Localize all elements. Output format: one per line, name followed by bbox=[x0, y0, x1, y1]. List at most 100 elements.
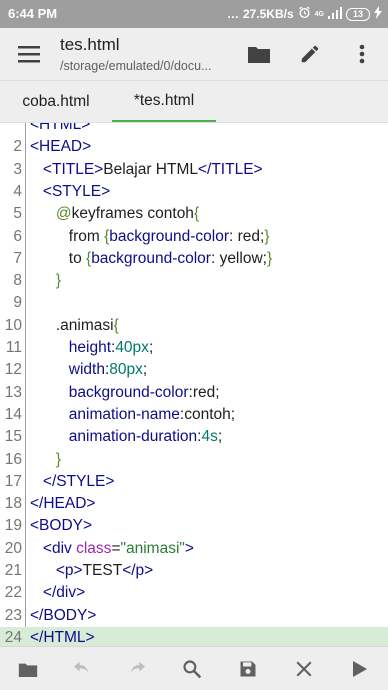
line-code: } bbox=[30, 270, 61, 292]
line-code: <p>TEST</p> bbox=[30, 560, 153, 582]
line-code: <TITLE>Belajar HTML</TITLE> bbox=[30, 159, 263, 181]
code-line[interactable]: <HTML> bbox=[0, 123, 388, 136]
code-line[interactable]: 7 to {background-color: yellow;} bbox=[0, 248, 388, 270]
code-line[interactable]: 11 height:40px; bbox=[0, 337, 388, 359]
code-token: > bbox=[184, 539, 194, 557]
code-line[interactable]: 23 </BODY> bbox=[0, 605, 388, 627]
code-line[interactable]: 12 width:80px; bbox=[0, 359, 388, 381]
code-line[interactable]: 8 } bbox=[0, 270, 388, 292]
edit-button[interactable] bbox=[294, 38, 326, 70]
line-code: background-color:red; bbox=[30, 382, 220, 404]
code-token: :contoh; bbox=[179, 405, 236, 423]
line-number: 20 bbox=[4, 539, 22, 557]
line-number: 13 bbox=[4, 383, 22, 401]
code-line[interactable]: 3 <TITLE>Belajar HTML</TITLE> bbox=[0, 159, 388, 181]
line-number: 11 bbox=[5, 339, 22, 356]
code-line[interactable]: 9 bbox=[0, 292, 388, 314]
code-token: </p> bbox=[122, 562, 154, 579]
bottom-toolbar bbox=[0, 646, 388, 690]
open-file-button[interactable] bbox=[12, 653, 44, 685]
code-token: ; bbox=[217, 428, 223, 446]
code-token: <HEAD> bbox=[30, 138, 92, 156]
line-number: 12 bbox=[4, 361, 22, 379]
menu-button[interactable] bbox=[10, 36, 48, 72]
code-editor[interactable]: <HTML> 2 <HEAD> 3 <TITLE>Belajar HTML</TITL… bbox=[0, 122, 388, 646]
code-line[interactable]: 5 @keyframes contoh{ bbox=[0, 203, 388, 225]
code-line[interactable]: 6 from {background-color: red;} bbox=[0, 226, 388, 248]
redo-button[interactable] bbox=[121, 653, 153, 685]
code-line[interactable]: 15 animation-duration:4s; bbox=[0, 426, 388, 448]
run-button[interactable] bbox=[344, 653, 376, 685]
line-number: 10 bbox=[4, 316, 22, 334]
tab-coba-html[interactable]: coba.html bbox=[0, 81, 112, 123]
code-line[interactable]: 19 <BODY> bbox=[0, 515, 388, 537]
code-line[interactable]: 18 </HEAD> bbox=[0, 493, 388, 515]
alarm-icon bbox=[298, 6, 311, 22]
save-button[interactable] bbox=[232, 653, 264, 685]
line-number: 19 bbox=[4, 517, 22, 535]
undo-icon bbox=[74, 661, 89, 673]
line-number: 17 bbox=[4, 472, 22, 490]
code-token: animation-name bbox=[68, 405, 180, 423]
line-code: <STYLE> bbox=[30, 181, 110, 203]
code-line[interactable]: 4 <STYLE> bbox=[0, 181, 388, 203]
code-line[interactable]: 14 animation-name:contoh; bbox=[0, 404, 388, 426]
folder-icon bbox=[248, 47, 270, 63]
code-line[interactable]: 13 background-color:red; bbox=[0, 382, 388, 404]
battery-level: 13 bbox=[352, 9, 363, 19]
code-line[interactable]: 24 </HTML> bbox=[0, 626, 388, 646]
code-line[interactable]: 17 </STYLE> bbox=[0, 471, 388, 493]
code-token: background-color bbox=[109, 227, 230, 245]
undo-button[interactable] bbox=[66, 653, 98, 685]
code-token: </TITLE> bbox=[197, 160, 263, 178]
line-code: to {background-color: yellow;} bbox=[30, 248, 272, 270]
open-folder-button[interactable] bbox=[243, 38, 275, 70]
redo-icon bbox=[130, 661, 145, 673]
code-line[interactable]: 2 <HEAD> bbox=[0, 136, 388, 158]
code-token: Belajar HTML bbox=[103, 160, 198, 178]
hamburger-icon bbox=[18, 46, 40, 63]
code-token: : red; bbox=[229, 227, 265, 245]
code-token: .animasi bbox=[30, 316, 114, 334]
close-file-button[interactable] bbox=[288, 653, 320, 685]
code-line[interactable]: 16 } bbox=[0, 449, 388, 471]
code-token: } bbox=[55, 272, 62, 290]
code-line[interactable]: 10 .animasi{ bbox=[0, 315, 388, 337]
line-number: 24 bbox=[4, 628, 22, 646]
code-token: </HEAD> bbox=[30, 495, 96, 513]
code-token: from bbox=[30, 227, 105, 245]
tab-tes-html[interactable]: *tes.html bbox=[112, 81, 216, 123]
file-title-block: tes.html /storage/emulated/0/docu... bbox=[60, 35, 230, 73]
line-number: 5 bbox=[13, 205, 22, 223]
code-token: 4s bbox=[201, 428, 218, 446]
more-options-button[interactable] bbox=[346, 38, 378, 70]
line-code: </div> bbox=[30, 582, 85, 604]
line-number: 2 bbox=[13, 138, 22, 156]
code-line[interactable]: 20 <div class="animasi"> bbox=[0, 538, 388, 560]
code-line[interactable]: 22 </div> bbox=[0, 582, 388, 604]
code-token: "animasi" bbox=[120, 539, 185, 557]
file-tabs: coba.html *tes.html bbox=[0, 80, 388, 123]
code-token: 80px bbox=[109, 361, 143, 379]
line-code: </STYLE> bbox=[30, 471, 115, 493]
code-token: ; bbox=[148, 339, 154, 356]
line-number: 22 bbox=[4, 584, 22, 602]
run-icon bbox=[353, 661, 367, 677]
pencil-icon bbox=[301, 45, 319, 63]
battery-icon: 13 bbox=[346, 7, 370, 21]
file-title: tes.html bbox=[60, 35, 120, 54]
search-button[interactable] bbox=[176, 653, 208, 685]
more-vert-icon bbox=[359, 44, 365, 64]
network-type: 4G bbox=[314, 10, 324, 18]
signal-icon bbox=[328, 6, 342, 22]
code-line[interactable]: 21 <p>TEST</p> bbox=[0, 560, 388, 582]
line-code: <div class="animasi"> bbox=[30, 538, 194, 560]
